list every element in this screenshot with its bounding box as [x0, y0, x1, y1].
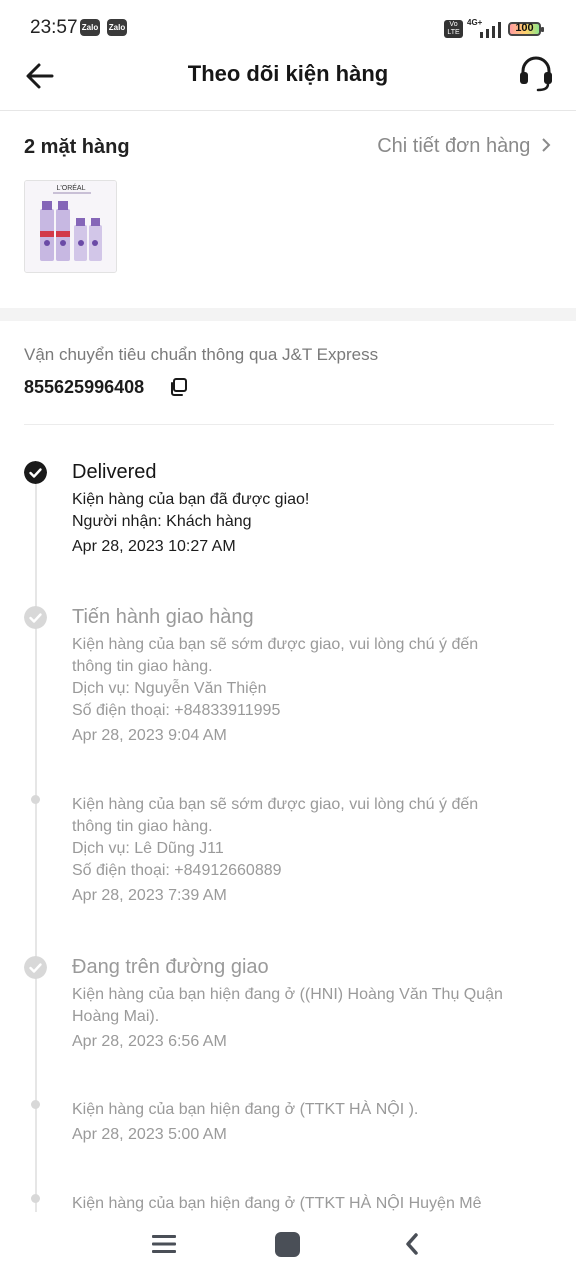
timeline-time: Apr 28, 2023 10:27 AM	[72, 538, 236, 555]
copy-icon[interactable]	[168, 377, 188, 397]
battery-level: 100	[515, 22, 534, 34]
check-circle-icon	[24, 461, 47, 484]
timeline-line	[35, 472, 37, 1232]
signal-icon	[480, 22, 501, 38]
timeline-dot	[31, 795, 40, 804]
check-circle-icon	[24, 956, 47, 979]
timeline-time: Apr 28, 2023 9:04 AM	[72, 727, 227, 744]
timeline-dot	[31, 1194, 40, 1203]
shipping-carrier: Vận chuyển tiêu chuẩn thông qua J&T Expr…	[24, 345, 379, 364]
menu-icon[interactable]	[150, 1232, 178, 1256]
items-count: 2 mặt hàng	[24, 136, 130, 158]
battery-icon: 100	[508, 22, 544, 36]
timeline-time: Apr 28, 2023 7:39 AM	[72, 887, 227, 904]
order-detail-label: Chi tiết đơn hàng	[377, 135, 531, 157]
home-icon[interactable]	[275, 1232, 300, 1257]
timeline-line-text: Hoàng Mai).	[72, 1008, 160, 1025]
timeline-time: Apr 28, 2023 6:56 AM	[72, 1033, 227, 1050]
zalo-notification-icon: Zalo	[80, 19, 100, 36]
check-circle-icon	[24, 606, 47, 629]
timeline-line-text: Kiện hàng của bạn sẽ sớm được giao, vui …	[72, 636, 479, 653]
brand-logo-text: L'ORÉAL	[57, 183, 86, 192]
items-section: 2 mặt hàng Chi tiết đơn hàng L'ORÉAL	[0, 112, 576, 308]
timeline-title: Tiến hành giao hàng	[72, 606, 254, 628]
timeline-line-text: Số điện thoại: +84912660889	[72, 862, 282, 879]
page-title: Theo dõi kiện hàng	[187, 61, 389, 86]
section-divider	[0, 308, 576, 321]
zalo-notification-icon: Zalo	[107, 19, 127, 36]
tracking-number: 855625996408	[24, 377, 145, 397]
volte-icon: Vo LTE	[444, 20, 463, 38]
product-image: L'ORÉAL	[25, 181, 116, 272]
timeline-dot	[31, 1100, 40, 1109]
header: Theo dõi kiện hàng	[0, 56, 576, 111]
timeline-line-text: Dịch vụ: Lê Dũng J11	[72, 840, 224, 857]
timeline-line-text: Số điện thoại: +84833911995	[72, 702, 281, 719]
status-bar: 23:57 Zalo Zalo Vo LTE 4G+ 100	[0, 0, 576, 56]
timeline-line-text: thông tin giao hàng.	[72, 818, 213, 835]
product-thumbnail[interactable]: L'ORÉAL	[24, 180, 117, 273]
order-detail-link[interactable]: Chi tiết đơn hàng	[377, 135, 552, 158]
timeline-line-text: Kiện hàng của bạn sẽ sớm được giao, vui …	[72, 796, 479, 813]
timeline-line-text: Người nhận: Khách hàng	[72, 513, 252, 530]
headset-icon[interactable]	[518, 54, 554, 94]
timeline-line-text: thông tin giao hàng.	[72, 658, 213, 675]
status-time: 23:57	[30, 17, 78, 38]
chevron-right-icon	[542, 138, 551, 152]
timeline-time: Apr 28, 2023 5:00 AM	[72, 1126, 227, 1143]
divider	[24, 424, 554, 425]
timeline-title: Đang trên đường giao	[72, 956, 269, 978]
timeline-line-text: Kiện hàng của bạn đã được giao!	[72, 491, 310, 508]
timeline-line-text: Dịch vụ: Nguyễn Văn Thiện	[72, 680, 267, 697]
timeline-title: Delivered	[72, 461, 157, 483]
system-nav-bar	[0, 1212, 576, 1280]
timeline-line-text: Kiện hàng của bạn hiện đang ở ((HNI) Hoà…	[72, 986, 503, 1003]
timeline-line-text: Kiện hàng của bạn hiện đang ở (TTKT HÀ N…	[72, 1101, 419, 1118]
chevron-left-icon[interactable]	[400, 1231, 424, 1257]
